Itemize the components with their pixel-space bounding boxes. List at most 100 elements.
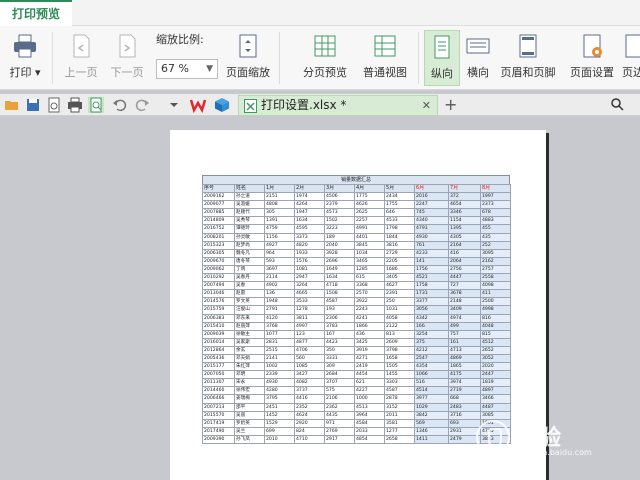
table-cell: 3405: [384, 273, 415, 283]
table-cell: 2015410: [202, 321, 235, 331]
table-cell: 816: [480, 313, 511, 323]
table-cell: 3768: [264, 321, 295, 331]
table-cell: 4082: [294, 378, 325, 388]
table-cell: 4435: [324, 410, 355, 420]
zoom-select[interactable]: 67 % ▼: [156, 59, 218, 79]
table-cell: 3465: [354, 256, 385, 266]
table-cell: 4227: [354, 386, 385, 396]
tab-print-preview[interactable]: 打印预览: [0, 0, 73, 26]
cube-icon[interactable]: [214, 97, 230, 113]
table-cell: 2015177: [202, 362, 235, 372]
page-setup-button[interactable]: 页面设置: [564, 30, 620, 86]
table-cell: 3533: [294, 297, 325, 307]
header-footer-button[interactable]: 页眉和页脚: [496, 30, 560, 86]
chevron-down-icon: ▼: [206, 64, 213, 74]
table-cell: 姜瑞梅: [234, 394, 265, 404]
table-cell: 4706: [294, 345, 325, 355]
export-pdf-icon[interactable]: [46, 97, 62, 113]
redo-icon[interactable]: [134, 97, 150, 113]
table-cell: 4264: [294, 200, 325, 210]
header-footer-icon: [514, 32, 542, 60]
next-page-button[interactable]: 下一页: [104, 30, 150, 86]
table-cell: 2007213: [202, 402, 235, 412]
wps-logo-icon[interactable]: [189, 97, 207, 114]
table-cell: 2007494: [202, 281, 235, 291]
table-cell: 2757: [480, 264, 511, 275]
table-cell: 4120: [264, 313, 295, 323]
table-cell: 2447: [480, 370, 511, 380]
table-cell: 4280: [264, 386, 295, 396]
table-row: 2015759 汪俊山 2791 1278 193 2243 1031 3056 3409 499…: [202, 305, 511, 315]
table-cell: 4423: [324, 337, 355, 347]
table-cell: 邓明: [234, 370, 265, 380]
table-row: 2009162 孙之道 2151 1974 4506 1775 2434 2016 372 199…: [202, 192, 511, 202]
table-cell: 3264: [294, 281, 325, 291]
normal-view-label: 普通视图: [363, 66, 407, 79]
page-break-preview-button[interactable]: 分页预览: [298, 30, 352, 86]
portrait-button[interactable]: 纵向: [424, 30, 460, 86]
document-tab[interactable]: 打印设置.xlsx * ✕: [238, 95, 438, 116]
normal-view-icon: [371, 32, 399, 60]
table-row: 2007213 邵平 2451 2352 2362 4513 3152 1029 2483 448…: [202, 402, 511, 412]
table-cell: 4584: [354, 418, 385, 428]
table-cell: 2434: [384, 192, 415, 202]
print-preview-icon[interactable]: [88, 97, 104, 113]
dropdown-icon[interactable]: [166, 97, 182, 113]
table-cell: 3303: [384, 378, 415, 388]
table-cell: 4991: [354, 224, 385, 234]
table-cell: 3928: [324, 248, 355, 258]
table-cell: 邵平: [234, 402, 265, 412]
table-cell: 1974: [294, 192, 325, 202]
table-cell: 3737: [294, 386, 325, 396]
page-zoom-button[interactable]: 页面缩放: [222, 30, 274, 86]
table-cell: 吴家斯: [234, 337, 265, 347]
table-cell: 2064: [448, 256, 481, 266]
data-table: 序号 姓名 1月 2月 3月 4月 5月 6月 7月 8月 2009162 孙之道 2151 1974 45…: [202, 183, 511, 445]
page-margin-label: 页边: [622, 66, 640, 79]
table-row: 2016752 谭德玲 4759 4595 3223 4991 1798 4791 1395 45…: [202, 224, 511, 234]
table-cell: 1085: [294, 362, 325, 372]
column-header: 8月: [480, 183, 511, 194]
table-cell: 2243: [354, 305, 385, 315]
table-cell: 吴淑媛: [234, 200, 265, 210]
table-header-row: 序号 姓名 1月 2月 3月 4月 5月 6月 7月 8月: [202, 183, 511, 194]
table-cell: 2009390: [202, 434, 235, 445]
table-cell: 2009077: [202, 200, 235, 210]
table-cell: 815: [480, 329, 511, 339]
column-header: 5月: [384, 183, 415, 194]
table-cell: 吴春丹: [234, 273, 265, 283]
table-cell: 824: [294, 426, 325, 436]
table-cell: 4713: [448, 345, 481, 355]
close-icon[interactable]: ✕: [422, 96, 431, 115]
search-icon[interactable]: [610, 97, 626, 113]
landscape-label: 横向: [467, 66, 489, 79]
undo-icon[interactable]: [112, 97, 128, 113]
page-setup-icon: [578, 32, 606, 60]
table-cell: 2040: [324, 240, 355, 250]
prev-page-button[interactable]: 上一页: [58, 30, 104, 86]
table-row: 2009390 孙飞凤 2010 4710 2917 4854 2658 1411 2479 38…: [202, 434, 511, 445]
table-cell: 2114: [264, 273, 295, 283]
prev-page-label: 上一页: [64, 66, 98, 79]
table-cell: 668: [448, 394, 481, 404]
table-cell: 4416: [294, 394, 325, 404]
table-cell: 123: [294, 329, 325, 339]
table-cell: 4897: [480, 386, 511, 396]
table-row: 2017419 罗奶英 1529 2920 971 4584 3581 569 693 1901: [202, 418, 511, 428]
page-margin-button[interactable]: 页边: [622, 30, 640, 86]
landscape-button[interactable]: 横向: [462, 30, 494, 86]
table-cell: 305: [264, 208, 295, 218]
new-tab-icon[interactable]: +: [444, 95, 457, 115]
table-cell: 1686: [384, 264, 415, 275]
normal-view-button[interactable]: 普通视图: [358, 30, 412, 86]
table-cell: 3922: [354, 297, 385, 307]
table-cell: 3697: [264, 264, 295, 275]
table-cell: 2205: [384, 256, 415, 266]
print-icon[interactable]: [67, 97, 83, 113]
save-icon[interactable]: [25, 97, 41, 113]
table-cell: 3795: [264, 394, 295, 404]
table-cell: 3095: [480, 248, 511, 258]
open-folder-icon[interactable]: [4, 97, 20, 113]
print-button[interactable]: 打印 ▾: [4, 30, 46, 86]
table-cell: 2547: [414, 353, 449, 364]
